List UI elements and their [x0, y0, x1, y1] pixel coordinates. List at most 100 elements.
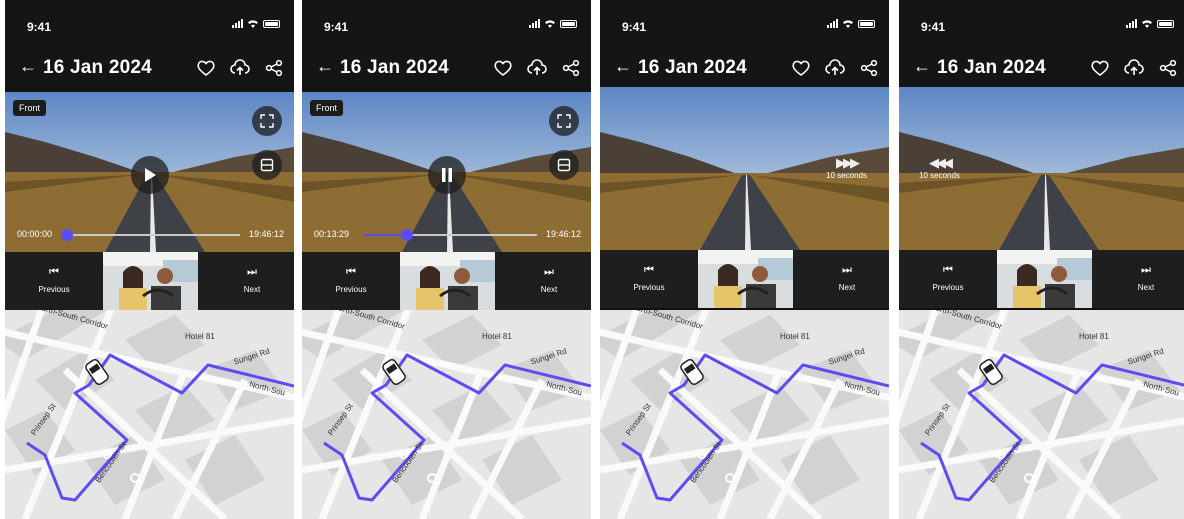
page-title: 16 Jan 2024 — [340, 57, 449, 78]
split-view-button[interactable] — [549, 150, 579, 180]
elapsed-time: 00:13:29 — [314, 229, 350, 239]
clip-controls: ⏮ Previous ⏭ Next — [5, 252, 294, 310]
battery-icon — [1157, 19, 1174, 28]
progress-track[interactable] — [61, 229, 240, 241]
previous-label: Previous — [38, 285, 70, 294]
battery-icon — [560, 19, 577, 28]
back-arrow-icon[interactable]: ← — [316, 56, 334, 77]
skip-next-icon: ⏭ — [544, 266, 554, 278]
share-icon[interactable] — [561, 59, 581, 77]
back-arrow-icon[interactable]: ← — [19, 56, 37, 77]
split-view-button[interactable] — [252, 150, 282, 180]
pause-button[interactable] — [428, 156, 466, 194]
cloud-upload-icon[interactable] — [527, 59, 547, 77]
heart-icon[interactable] — [1090, 59, 1110, 77]
cloud-upload-icon[interactable] — [1124, 59, 1144, 77]
video-player[interactable]: ▶▶▶ 10 seconds — [600, 87, 889, 250]
skip-forward-indicator: ▶▶▶ 10 seconds — [826, 155, 867, 180]
fullscreen-button[interactable] — [252, 106, 282, 136]
status-icons — [232, 19, 280, 28]
video-player[interactable]: Front 00:00:00 19:46:12 — [5, 92, 294, 252]
cabin-camera-thumbnail[interactable] — [698, 250, 793, 308]
skip-previous-icon: ⏮ — [346, 266, 356, 278]
back-arrow-icon[interactable]: ← — [913, 56, 931, 77]
route-map[interactable]: North-South Corridor Hotel 81 Sungei Rd … — [302, 310, 591, 519]
cabin-camera-thumbnail[interactable] — [997, 250, 1092, 308]
skip-next-icon: ⏭ — [247, 266, 257, 278]
route-map[interactable]: North-South Corridor Hotel 81 Sungei Rd … — [899, 310, 1184, 519]
next-button[interactable]: ⏭ Next — [519, 266, 579, 294]
next-button[interactable]: ⏭ Next — [222, 266, 282, 294]
route-map[interactable]: North-South Corridor Hotel 81 Sungei Rd … — [600, 310, 889, 519]
play-icon — [145, 168, 156, 182]
previous-button[interactable]: ⏮ Previous — [321, 266, 381, 294]
screen-3: 9:41 ← 16 Jan 2024 ▶▶▶ 10 seconds ⏮ Prev… — [600, 0, 889, 519]
heart-icon[interactable] — [493, 59, 513, 77]
status-bar: 9:41 — [899, 0, 1184, 44]
expand-icon — [557, 114, 571, 128]
previous-button[interactable]: ⏮ Previous — [24, 266, 84, 294]
wifi-icon — [545, 20, 555, 28]
elapsed-time: 00:00:00 — [17, 229, 53, 239]
split-view-icon — [557, 158, 571, 172]
video-player[interactable]: Front 00:13:29 19:46:12 — [302, 92, 591, 252]
status-time: 9:41 — [622, 20, 647, 34]
cabin-camera-thumbnail[interactable] — [103, 252, 198, 310]
previous-button[interactable]: ⏮ Previous — [918, 264, 978, 292]
fullscreen-button[interactable] — [549, 106, 579, 136]
share-icon[interactable] — [1158, 59, 1178, 77]
next-button[interactable]: ⏭ Next — [817, 264, 877, 292]
progress-knob[interactable] — [61, 229, 73, 241]
video-timeline[interactable]: 00:13:29 19:46:12 — [314, 227, 581, 241]
pause-icon — [442, 168, 452, 182]
camera-label: Front — [13, 100, 47, 116]
status-bar: 9:41 — [302, 0, 591, 44]
signal-icon — [827, 19, 838, 28]
back-arrow-icon[interactable]: ← — [614, 56, 632, 77]
status-bar: 9:41 — [600, 0, 889, 44]
cloud-upload-icon[interactable] — [825, 59, 845, 77]
play-button[interactable] — [131, 156, 169, 194]
skip-previous-icon: ⏮ — [49, 266, 59, 278]
share-icon[interactable] — [859, 59, 879, 77]
share-icon[interactable] — [264, 59, 284, 77]
top-bar: ← 16 Jan 2024 — [5, 44, 294, 92]
heart-icon[interactable] — [196, 59, 216, 77]
rewind-icon: ◀◀◀ — [928, 155, 953, 170]
route-map[interactable]: North-South Corridor Hotel 81 Sungei Rd … — [5, 310, 294, 519]
video-timeline[interactable]: 00:00:00 19:46:12 — [17, 227, 284, 241]
clip-controls: ⏮ Previous ⏭ Next — [600, 250, 889, 308]
progress-track[interactable] — [364, 229, 537, 241]
cloud-upload-icon[interactable] — [230, 59, 250, 77]
next-label: Next — [838, 283, 856, 292]
top-bar: ← 16 Jan 2024 — [899, 44, 1184, 92]
next-label: Next — [1137, 283, 1155, 292]
previous-button[interactable]: ⏮ Previous — [619, 264, 679, 292]
clip-controls: ⏮ Previous ⏭ Next — [302, 252, 591, 310]
previous-label: Previous — [335, 285, 367, 294]
duration-time: 19:46:12 — [545, 229, 581, 239]
seek-label: 10 seconds — [826, 171, 867, 180]
battery-icon — [263, 19, 280, 28]
map-label-hotel: Hotel 81 — [1079, 332, 1109, 341]
status-time: 9:41 — [27, 20, 52, 34]
camera-label: Front — [310, 100, 344, 116]
progress-knob[interactable] — [401, 229, 414, 241]
skip-next-icon: ⏭ — [842, 264, 852, 276]
wifi-icon — [248, 20, 258, 28]
map-label-hotel: Hotel 81 — [185, 332, 215, 341]
video-player[interactable]: ◀◀◀ 10 seconds — [899, 87, 1184, 250]
page-title: 16 Jan 2024 — [43, 57, 152, 78]
top-bar: ← 16 Jan 2024 — [600, 44, 889, 92]
skip-next-icon: ⏭ — [1141, 264, 1151, 276]
screen-2: 9:41 ← 16 Jan 2024 Front 00:13:29 19:46:… — [302, 0, 591, 519]
heart-icon[interactable] — [791, 59, 811, 77]
signal-icon — [1126, 19, 1137, 28]
map-label-hotel: Hotel 81 — [780, 332, 810, 341]
cabin-camera-thumbnail[interactable] — [400, 252, 495, 310]
expand-icon — [260, 114, 274, 128]
wifi-icon — [1142, 20, 1152, 28]
signal-icon — [529, 19, 540, 28]
next-button[interactable]: ⏭ Next — [1116, 264, 1176, 292]
page-title: 16 Jan 2024 — [937, 57, 1046, 78]
